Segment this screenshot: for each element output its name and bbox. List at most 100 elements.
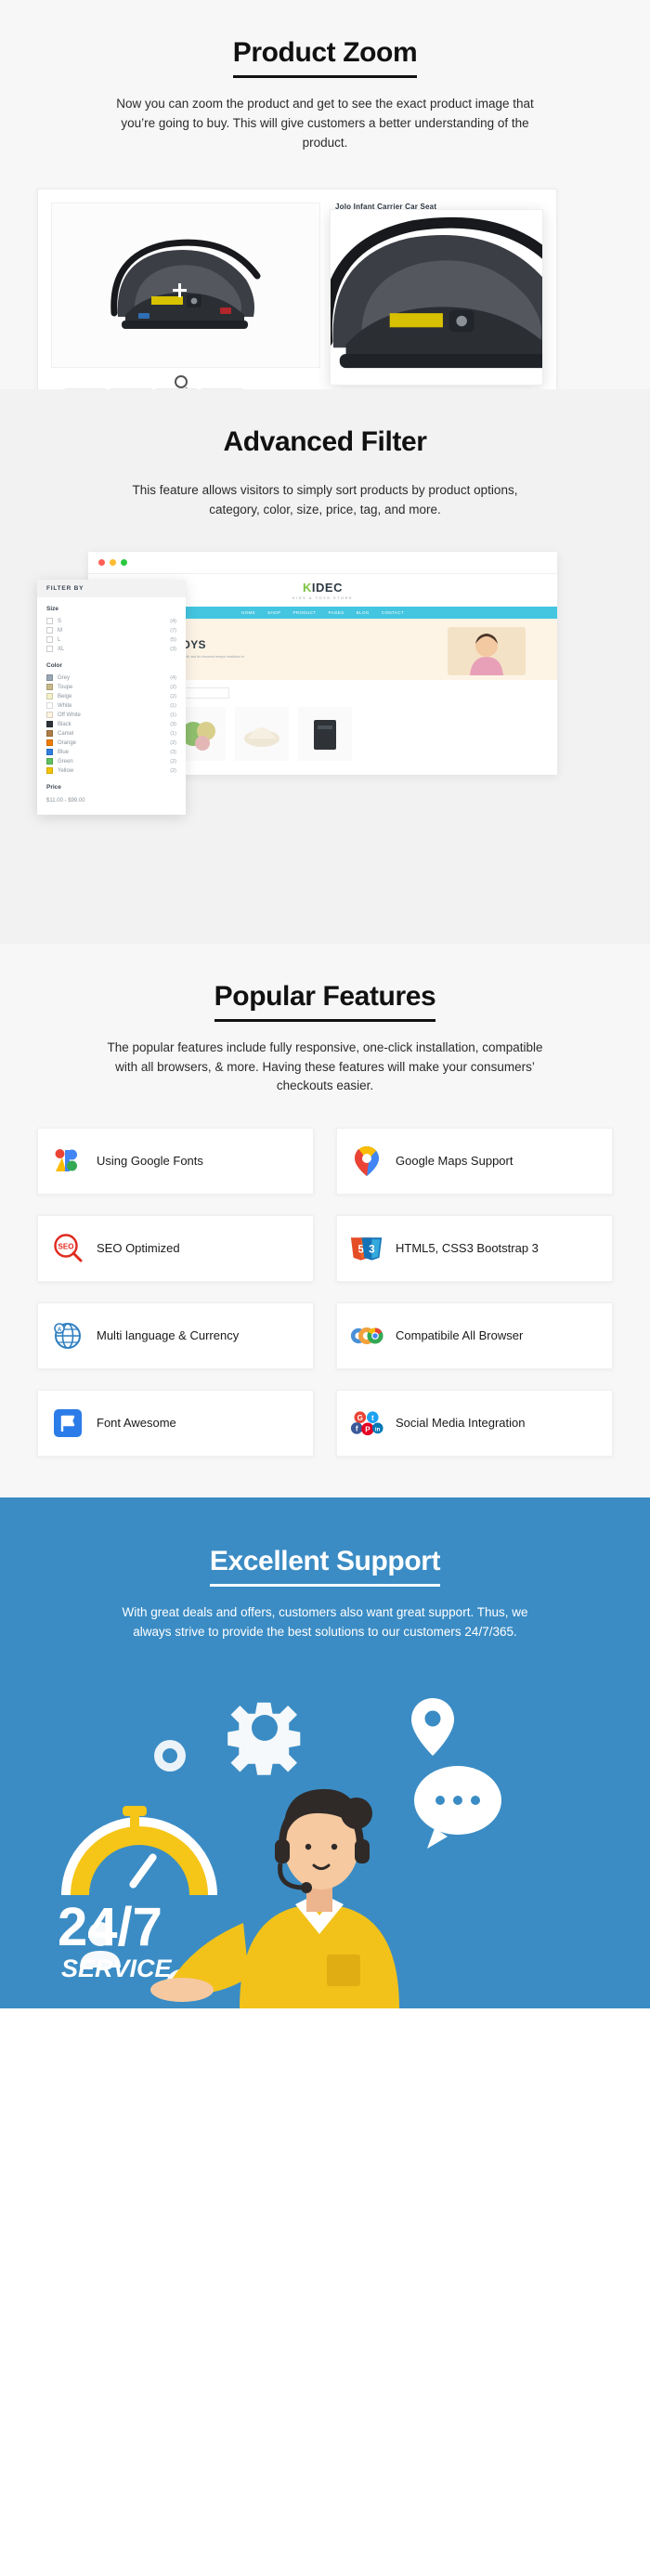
filter-option-label: Beige: [58, 693, 72, 700]
product-main-image[interactable]: [51, 202, 320, 368]
page-title-excellent-support: Excellent Support: [209, 1546, 441, 1588]
filter-option-color[interactable]: Yellow (2): [37, 766, 186, 776]
color-swatch-icon[interactable]: [46, 702, 53, 710]
brand-rest: IDEC: [311, 580, 343, 595]
filter-option-size[interactable]: M (7): [37, 626, 186, 635]
filter-option-label: S: [58, 618, 62, 624]
nav-item-product[interactable]: PRODUCT: [292, 610, 316, 615]
window-close-dot[interactable]: [98, 558, 105, 566]
excellent-support-title-wrap: Excellent Support: [0, 1546, 650, 1588]
feature-label: Using Google Fonts: [97, 1153, 203, 1168]
color-swatch-icon[interactable]: [46, 674, 53, 682]
filter-option-count: (3): [170, 721, 176, 727]
section-popular-features: Popular Features The popular features in…: [0, 943, 650, 1498]
filter-option-label: L: [58, 636, 61, 643]
feature-label: Multi language & Currency: [97, 1327, 240, 1342]
feature-card-html5-css3[interactable]: 5 3 HTML5, CSS3 Bootstrap 3: [336, 1215, 613, 1283]
feature-card-google-fonts[interactable]: Using Google Fonts: [37, 1128, 314, 1196]
color-swatch-icon[interactable]: [46, 730, 53, 738]
svg-text:P: P: [365, 1426, 370, 1434]
filter-option-color[interactable]: White (1): [37, 701, 186, 711]
color-swatch-icon[interactable]: [46, 721, 53, 728]
filter-option-count: (4): [170, 618, 176, 624]
color-swatch-icon[interactable]: [46, 712, 53, 719]
filter-option-color[interactable]: Beige (2): [37, 692, 186, 701]
nav-item-shop[interactable]: SHOP: [267, 610, 280, 615]
filter-option-color[interactable]: Orange (2): [37, 739, 186, 748]
globe-icon: A: [51, 1319, 84, 1353]
filter-option-color[interactable]: Blue (3): [37, 748, 186, 757]
product-zoom-description: Now you can zoom the product and get to …: [116, 97, 534, 150]
nav-item-contact[interactable]: CONTACT: [382, 610, 404, 615]
filter-option-label: Off White: [58, 712, 81, 718]
color-swatch-icon[interactable]: [46, 749, 53, 756]
svg-text:f: f: [356, 1425, 358, 1433]
filter-option-size[interactable]: S (4): [37, 617, 186, 626]
zoom-crosshair-cursor: [173, 282, 187, 297]
excellent-support-description: With great deals and offers, customers a…: [122, 1605, 528, 1640]
checkbox-icon[interactable]: [46, 646, 53, 653]
seo-icon: SEO: [51, 1232, 84, 1265]
filter-option-count: (2): [170, 739, 176, 746]
feature-label: HTML5, CSS3 Bootstrap 3: [396, 1240, 539, 1255]
filter-option-label: M: [58, 627, 62, 634]
filter-price-range: $11.00 - $99.00: [46, 797, 85, 804]
filter-option-count: (1): [170, 730, 176, 737]
color-swatch-icon[interactable]: [46, 758, 53, 765]
google-fonts-icon: [51, 1144, 84, 1178]
feature-label: Compatibile All Browser: [396, 1327, 524, 1342]
filter-option-label: Toupe: [58, 684, 73, 690]
filter-option-color[interactable]: Camel (1): [37, 729, 186, 739]
filter-option-size[interactable]: XL (3): [37, 645, 186, 654]
filter-option-label: XL: [58, 646, 65, 652]
page-title-popular-features: Popular Features: [214, 981, 436, 1022]
filter-option-color[interactable]: Off White (1): [37, 711, 186, 720]
support-illustration: 24/7 SERVICE: [0, 1674, 650, 2009]
nav-item-home[interactable]: HOME: [241, 610, 255, 615]
checkbox-icon[interactable]: [46, 636, 53, 644]
filter-option-count: (3): [170, 646, 176, 652]
feature-label: SEO Optimized: [97, 1240, 180, 1255]
filter-option-color[interactable]: Green (2): [37, 757, 186, 766]
window-maximize-dot[interactable]: [121, 558, 127, 566]
chat-bubble-icon: [414, 1766, 501, 1850]
color-swatch-icon[interactable]: [46, 684, 53, 691]
filter-option-size[interactable]: L (5): [37, 635, 186, 645]
nav-item-pages[interactable]: PAGES: [329, 610, 344, 615]
feature-card-all-browser[interactable]: Compatibile All Browser: [336, 1302, 613, 1370]
color-swatch-icon[interactable]: [46, 739, 53, 747]
product-tile[interactable]: [235, 706, 289, 761]
color-swatch-icon[interactable]: [46, 693, 53, 700]
feature-card-seo[interactable]: SEO SEO Optimized: [37, 1215, 314, 1283]
feature-card-font-awesome[interactable]: Font Awesome: [37, 1390, 314, 1458]
filter-option-label: Blue: [58, 749, 70, 755]
feature-card-google-maps[interactable]: Google Maps Support: [336, 1128, 613, 1196]
brand-initial: K: [303, 580, 312, 595]
gear-icon: [228, 1702, 301, 1776]
page-title-advanced-filter: Advanced Filter: [223, 425, 427, 457]
checkbox-icon[interactable]: [46, 627, 53, 634]
clock-gauge-illustration: [61, 1806, 217, 1896]
magnify-icon[interactable]: [175, 374, 188, 388]
checkbox-icon[interactable]: [46, 618, 53, 625]
feature-card-multi-language[interactable]: A Multi language & Currency: [37, 1302, 314, 1370]
filter-option-color[interactable]: Grey (4): [37, 673, 186, 683]
nav-item-blog[interactable]: BLOG: [357, 610, 370, 615]
filter-option-color[interactable]: Toupe (2): [37, 683, 186, 692]
product-tile[interactable]: [298, 706, 352, 761]
filter-option-count: (3): [170, 749, 176, 755]
filter-option-label: Grey: [58, 674, 71, 681]
window-minimize-dot[interactable]: [110, 558, 116, 566]
filter-option-count: (2): [170, 758, 176, 765]
color-swatch-icon[interactable]: [46, 767, 53, 775]
filter-option-count: (2): [170, 684, 176, 690]
filter-option-color[interactable]: Black (3): [37, 720, 186, 729]
filter-option-count: (1): [170, 702, 176, 709]
filter-option-label: Black: [58, 721, 72, 727]
filter-option-count: (4): [170, 674, 176, 681]
support-scene: 24/7 SERVICE: [58, 1698, 501, 2009]
features-grid: Using Google Fonts Google Maps Support S…: [37, 1128, 613, 1497]
feature-label: Font Awesome: [97, 1415, 176, 1430]
feature-card-social-media[interactable]: G t f P in Social Media Integration: [336, 1390, 613, 1458]
zoomed-car-seat-illustration: [331, 216, 542, 368]
